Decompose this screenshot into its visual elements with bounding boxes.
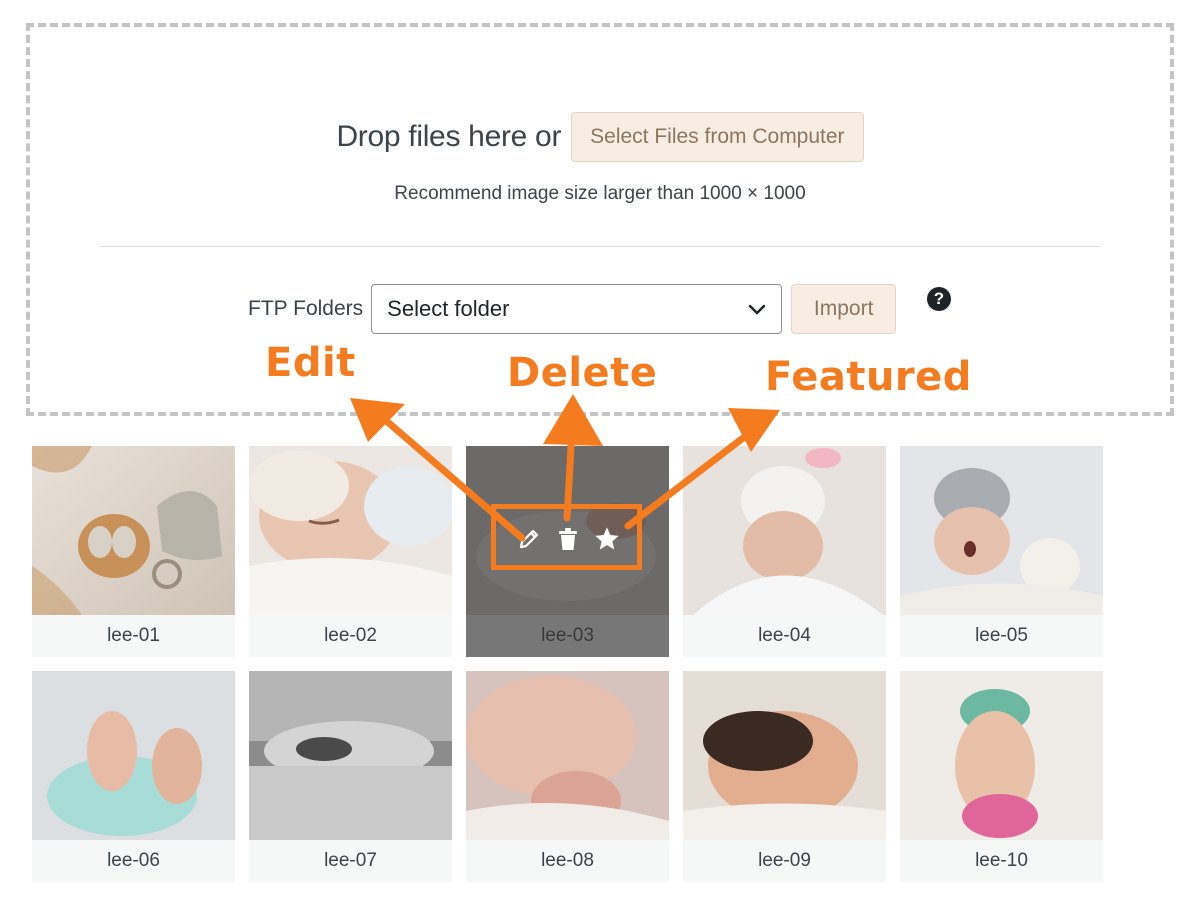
chevron-down-icon <box>748 304 766 315</box>
import-button[interactable]: Import <box>791 284 897 334</box>
gallery-item-label: lee-10 <box>975 850 1028 871</box>
ftp-folders-label: FTP Folders <box>248 297 364 320</box>
thumbnail-image <box>249 671 452 840</box>
gallery-item[interactable]: lee-01 <box>32 446 235 657</box>
thumbnail-image <box>683 671 886 840</box>
gallery-item[interactable]: lee-04 <box>683 446 886 657</box>
thumbnail-image <box>249 446 452 615</box>
recommend-size-text: Recommend image size larger than 1000 × … <box>394 183 806 204</box>
gallery-item-label: lee-04 <box>758 625 811 646</box>
thumbnail-image <box>466 671 669 840</box>
divider <box>100 246 1100 247</box>
thumbnail-image <box>32 671 235 840</box>
gallery-item-label: lee-07 <box>324 850 377 871</box>
action-highlight-box <box>491 504 642 570</box>
annotation-delete: Delete <box>507 350 658 396</box>
annotation-edit: Edit <box>265 340 356 386</box>
gallery-item[interactable]: lee-08 <box>466 671 669 882</box>
gallery-item-label: lee-06 <box>107 850 160 871</box>
gallery-item[interactable]: lee-06 <box>32 671 235 882</box>
drop-row: Drop files here or Select Files from Com… <box>30 112 1170 162</box>
gallery-item[interactable]: lee-02 <box>249 446 452 657</box>
gallery-item[interactable]: lee-10 <box>900 671 1103 882</box>
select-files-button[interactable]: Select Files from Computer <box>571 112 864 162</box>
folder-select-value: Select folder <box>387 296 510 321</box>
gallery-item-label: lee-05 <box>975 625 1028 646</box>
drop-files-text: Drop files here or <box>336 120 562 153</box>
ftp-row: FTP Folders Select folder Import <box>248 283 897 335</box>
gallery-item-label: lee-02 <box>324 625 377 646</box>
gallery-item-label: lee-01 <box>107 625 160 646</box>
gallery-item[interactable]: lee-05 <box>900 446 1103 657</box>
gallery-item-label: lee-08 <box>541 850 594 871</box>
thumbnail-image <box>900 446 1103 615</box>
thumbnail-image <box>32 446 235 615</box>
gallery-item[interactable]: lee-09 <box>683 671 886 882</box>
help-icon[interactable]: ? <box>927 287 951 311</box>
thumbnail-image <box>900 671 1103 840</box>
gallery-item-label: lee-09 <box>758 850 811 871</box>
annotation-featured: Featured <box>765 354 972 400</box>
folder-select[interactable]: Select folder <box>371 284 783 334</box>
gallery-item[interactable]: lee-07 <box>249 671 452 882</box>
thumbnail-image <box>683 446 886 615</box>
